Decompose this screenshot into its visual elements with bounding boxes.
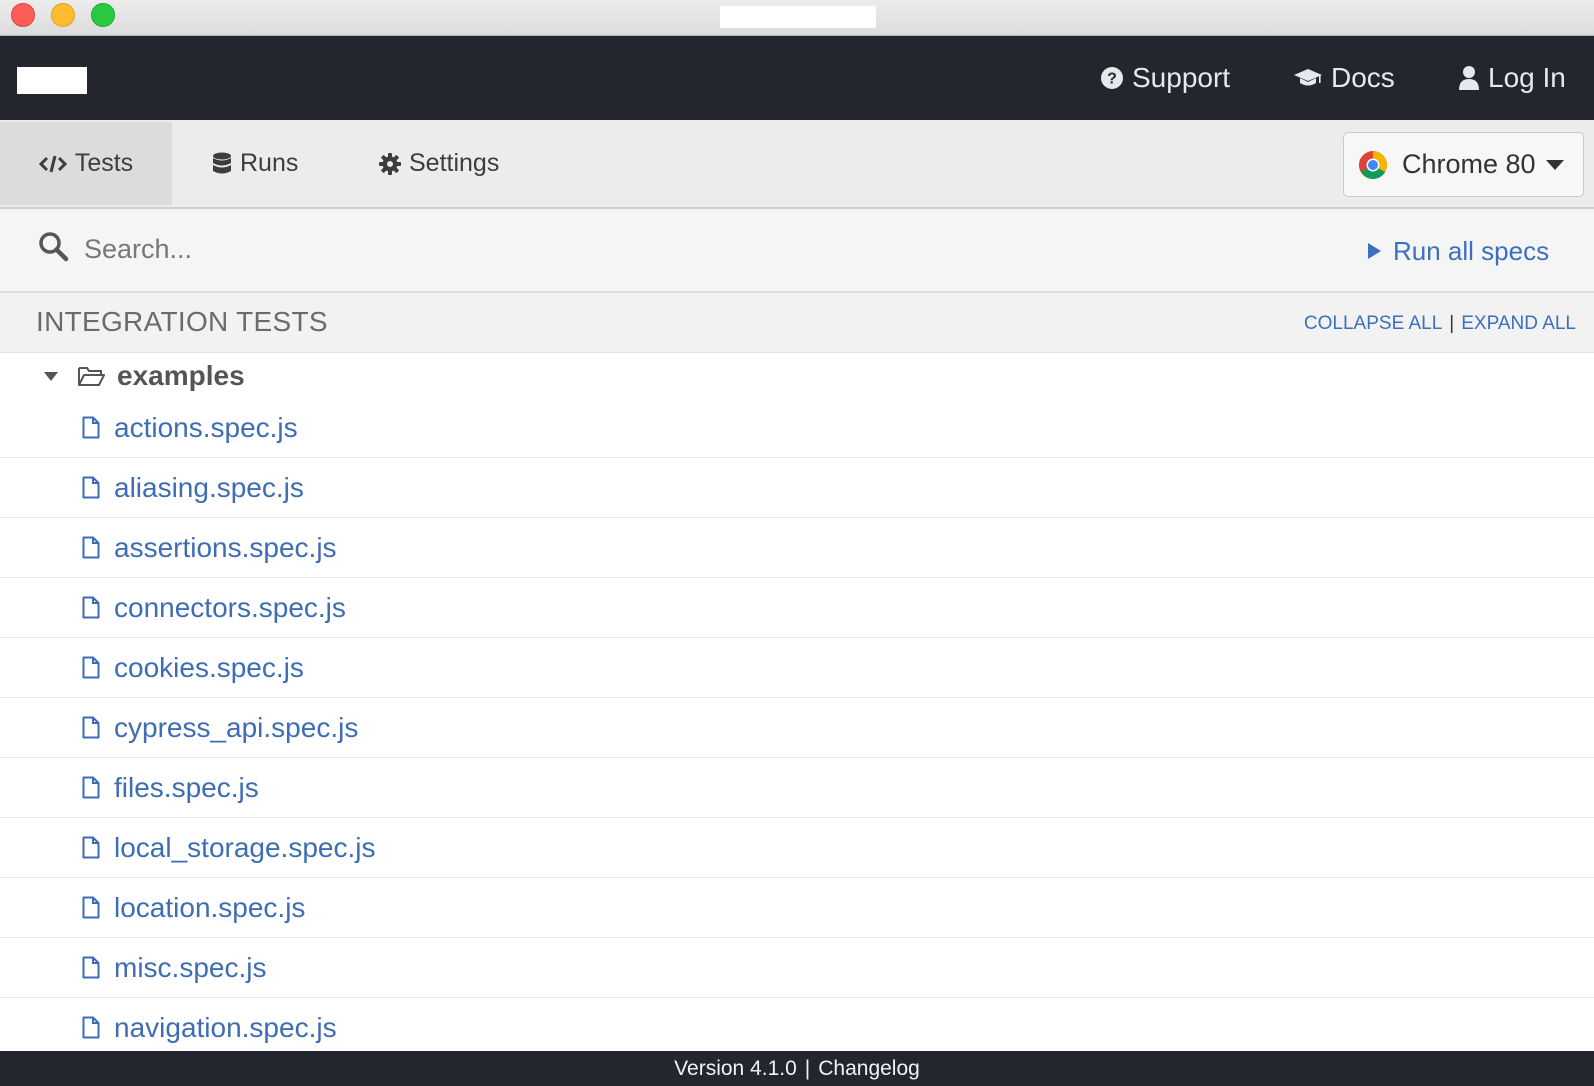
- spec-row[interactable]: actions.spec.js: [0, 398, 1594, 458]
- file-icon: [82, 776, 100, 799]
- tab-tests-label: Tests: [74, 149, 134, 177]
- spec-row[interactable]: cookies.spec.js: [0, 638, 1594, 698]
- chrome-icon: [1359, 150, 1387, 179]
- question-circle-icon: ?: [1101, 67, 1123, 89]
- docs-link[interactable]: Docs: [1293, 58, 1395, 98]
- browser-label: Chrome 80: [1402, 149, 1536, 179]
- tab-tests[interactable]: Tests: [0, 122, 172, 205]
- integration-tests-header: INTEGRATION TESTS COLLAPSE ALL | EXPAND …: [0, 293, 1594, 353]
- support-label: Support: [1132, 62, 1231, 93]
- version-text: Version 4.1.0: [674, 1056, 797, 1080]
- tab-settings[interactable]: Settings: [379, 122, 499, 205]
- file-icon: [82, 956, 100, 979]
- spec-row[interactable]: aliasing.spec.js: [0, 458, 1594, 518]
- section-actions-separator: |: [1449, 313, 1455, 334]
- file-icon: [82, 716, 100, 739]
- tab-bar: Tests Runs Settings Chrome 80: [0, 120, 1594, 209]
- search-input[interactable]: [84, 227, 684, 271]
- spec-row[interactable]: navigation.spec.js: [0, 998, 1594, 1058]
- folder-row-examples[interactable]: examples: [0, 353, 1594, 399]
- spec-name: misc.spec.js: [114, 951, 267, 983]
- window-minimize-button[interactable]: [51, 3, 75, 27]
- browser-select-button[interactable]: Chrome 80: [1343, 132, 1584, 197]
- file-icon: [82, 596, 100, 619]
- spec-name: files.spec.js: [114, 771, 259, 803]
- caret-down-icon: [44, 371, 58, 381]
- run-all-specs-label: Run all specs: [1393, 235, 1550, 266]
- file-icon: [82, 1016, 100, 1039]
- tab-runs-label: Runs: [240, 149, 299, 177]
- top-nav: ? Support Docs Log In: [0, 36, 1594, 120]
- section-actions: COLLAPSE ALL | EXPAND ALL: [1304, 313, 1576, 335]
- window-close-button[interactable]: [11, 3, 35, 27]
- spec-row[interactable]: cypress_api.spec.js: [0, 698, 1594, 758]
- graduation-cap-icon: [1294, 69, 1322, 86]
- play-icon: [1368, 243, 1381, 259]
- file-icon: [82, 896, 100, 919]
- file-icon: [82, 836, 100, 859]
- gear-icon: [379, 152, 401, 175]
- spec-name: cookies.spec.js: [114, 651, 304, 683]
- file-icon: [82, 656, 100, 679]
- docs-label: Docs: [1331, 62, 1395, 93]
- spec-row[interactable]: files.spec.js: [0, 758, 1594, 818]
- spec-row[interactable]: connectors.spec.js: [0, 578, 1594, 638]
- code-icon: [38, 155, 67, 172]
- spec-row[interactable]: local_storage.spec.js: [0, 818, 1594, 878]
- spec-name: cypress_api.spec.js: [114, 711, 359, 743]
- footer: Version 4.1.0 | Changelog: [0, 1051, 1594, 1086]
- support-link[interactable]: ? Support: [1100, 58, 1230, 98]
- run-all-specs-button[interactable]: Run all specs: [1368, 231, 1549, 271]
- logo-redacted: [17, 67, 87, 94]
- footer-separator: |: [804, 1056, 811, 1080]
- login-link[interactable]: Log In: [1458, 58, 1566, 98]
- tab-runs[interactable]: Runs: [212, 122, 298, 205]
- expand-all-link[interactable]: EXPAND ALL: [1461, 313, 1576, 335]
- spec-row[interactable]: assertions.spec.js: [0, 518, 1594, 578]
- login-label: Log In: [1488, 62, 1566, 93]
- search-icon: [39, 232, 69, 262]
- tab-settings-label: Settings: [409, 149, 500, 177]
- spec-name: assertions.spec.js: [114, 531, 337, 563]
- folder-open-icon: [78, 367, 105, 386]
- spec-row[interactable]: location.spec.js: [0, 878, 1594, 938]
- user-icon: [1459, 66, 1479, 90]
- title-bar: [0, 0, 1594, 36]
- changelog-link[interactable]: Changelog: [818, 1057, 920, 1081]
- spec-name: location.spec.js: [114, 891, 306, 923]
- file-icon: [82, 476, 100, 499]
- folder-name: examples: [117, 360, 245, 391]
- section-title: INTEGRATION TESTS: [36, 306, 328, 337]
- search-bar: Run all specs: [0, 209, 1594, 293]
- database-icon: [213, 152, 231, 173]
- collapse-all-link[interactable]: COLLAPSE ALL: [1304, 313, 1442, 335]
- spec-name: local_storage.spec.js: [114, 831, 376, 863]
- file-icon: [82, 416, 100, 439]
- spec-name: actions.spec.js: [114, 411, 298, 443]
- spec-name: aliasing.spec.js: [114, 471, 304, 503]
- svg-text:?: ?: [1107, 71, 1117, 88]
- spec-row[interactable]: misc.spec.js: [0, 938, 1594, 998]
- spec-name: connectors.spec.js: [114, 591, 346, 623]
- chevron-down-icon: [1545, 159, 1564, 170]
- window-title-redacted: [720, 6, 876, 28]
- window-maximize-button[interactable]: [91, 3, 115, 27]
- spec-list: actions.spec.js aliasing.spec.js assertion…: [0, 398, 1594, 1058]
- app-window: ? Support Docs Log In Tests Runs Setting…: [0, 0, 1594, 1086]
- file-icon: [82, 536, 100, 559]
- spec-name: navigation.spec.js: [114, 1011, 337, 1043]
